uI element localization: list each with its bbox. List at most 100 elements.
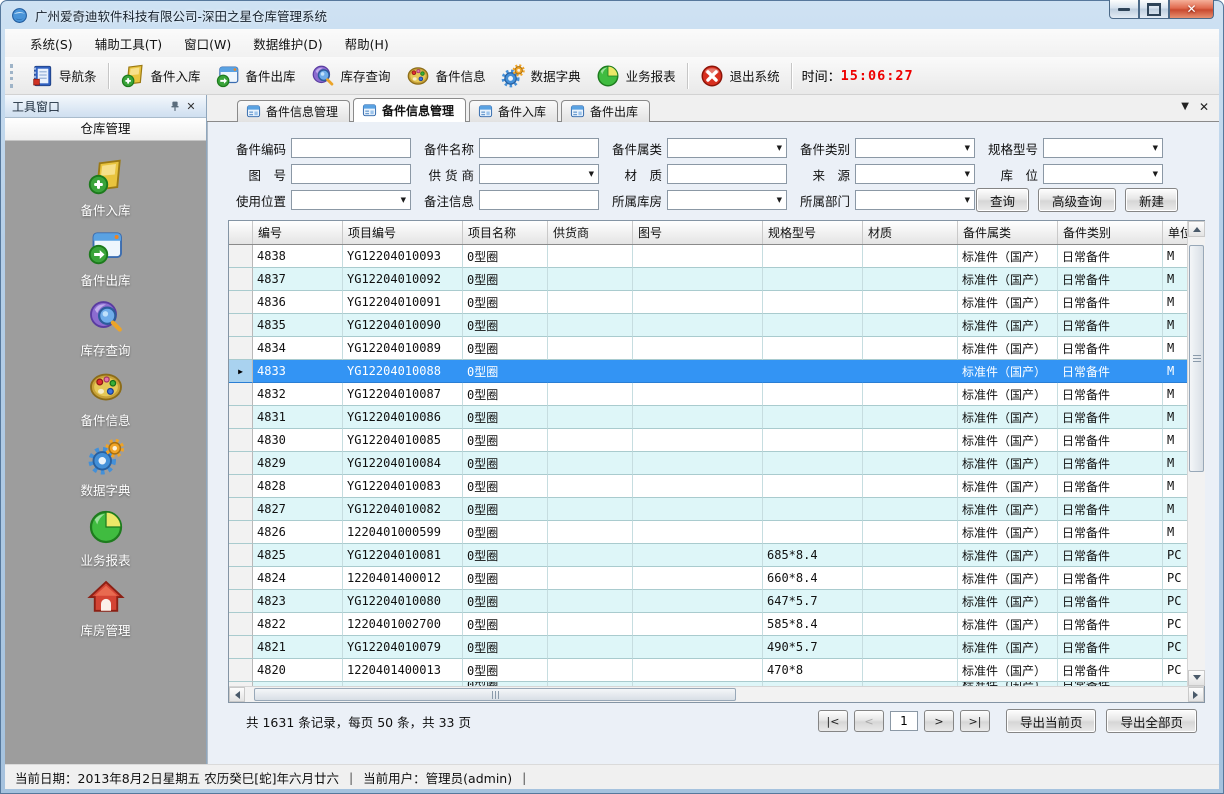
table-row[interactable]: 4836 YG12204010091 0型圈 标准件（国产） 日常备件 — [229, 291, 1187, 314]
toolbar-inventory-query-button[interactable]: 库存查询 — [303, 60, 398, 92]
menu-item[interactable]: 窗口(W) — [173, 29, 242, 58]
toolbar-spare-out-button[interactable]: 备件出库 — [208, 60, 303, 92]
spec-model-select[interactable]: ▼ — [1043, 138, 1163, 158]
document-tab[interactable]: 备件出库 — [561, 100, 650, 122]
dropdown-arrow-icon: ▼ — [965, 196, 970, 204]
menu-item[interactable]: 辅助工具(T) — [84, 29, 173, 58]
maximize-button[interactable] — [1139, 0, 1169, 19]
scroll-left-button[interactable] — [229, 687, 245, 702]
grid-header-cell[interactable]: 备件属类 — [958, 221, 1058, 244]
next-page-button[interactable]: > — [924, 710, 954, 732]
warehouse-select[interactable]: ▼ — [667, 190, 787, 210]
last-page-button[interactable]: >| — [960, 710, 990, 732]
department-select[interactable]: ▼ — [855, 190, 975, 210]
toolbar-spare-info-button[interactable]: 备件信息 — [398, 60, 493, 92]
tab-close-icon[interactable]: ✕ — [1199, 100, 1209, 114]
spare-type-select[interactable]: ▼ — [855, 138, 975, 158]
table-row[interactable]: 4829 YG12204010084 0型圈 标准件（国产） 日常备件 — [229, 452, 1187, 475]
table-row[interactable]: 4824 1220401400012 0型圈 660*8.4 标准件（国产） — [229, 567, 1187, 590]
scroll-up-button[interactable] — [1188, 221, 1205, 237]
table-row[interactable]: 4821 YG12204010079 0型圈 490*5.7 标准件（国产） — [229, 636, 1187, 659]
vertical-scrollbar[interactable] — [1187, 221, 1205, 686]
advanced-query-button[interactable]: 高级查询 — [1038, 188, 1116, 212]
table-row[interactable]: 4831 YG12204010086 0型圈 标准件（国产） 日常备件 — [229, 406, 1187, 429]
table-row[interactable]: 4822 1220401002700 0型圈 585*8.4 标准件（国产） — [229, 613, 1187, 636]
material-input[interactable] — [667, 164, 787, 184]
document-tab[interactable]: 备件入库 — [469, 100, 558, 122]
sidebar-item-spare-in[interactable]: 备件入库 — [5, 153, 206, 223]
new-button[interactable]: 新建 — [1125, 188, 1178, 212]
grid-header-cell[interactable]: 项目编号 — [343, 221, 463, 244]
toolbar-nav-button[interactable]: 导航条 — [21, 60, 104, 92]
vertical-scroll-thumb[interactable] — [1189, 245, 1204, 472]
navigator-icon — [28, 63, 54, 89]
vertical-scroll-track[interactable] — [1188, 237, 1205, 670]
query-button[interactable]: 查询 — [976, 188, 1029, 212]
table-row[interactable]: 4835 YG12204010090 0型圈 标准件（国产） 日常备件 — [229, 314, 1187, 337]
page-input[interactable] — [890, 711, 918, 731]
grid-header-cell[interactable]: 项目名称 — [463, 221, 548, 244]
table-row[interactable]: 4825 YG12204010081 0型圈 685*8.4 标准件（国产） — [229, 544, 1187, 567]
document-tab[interactable]: 备件信息管理 — [353, 98, 466, 122]
table-row[interactable]: 4838 YG12204010093 0型圈 标准件（国产） 日常备件 — [229, 245, 1187, 268]
table-row[interactable]: 4837 YG12204010092 0型圈 标准件（国产） 日常备件 — [229, 268, 1187, 291]
source-select[interactable]: ▼ — [855, 164, 975, 184]
spare-info-icon — [86, 367, 126, 407]
toolbar-report-button[interactable]: 业务报表 — [588, 60, 683, 92]
table-row[interactable]: 4832 YG12204010087 0型圈 标准件（国产） 日常备件 — [229, 383, 1187, 406]
toolbar-data-dictionary-button[interactable]: 数据字典 — [493, 60, 588, 92]
spare-name-input[interactable] — [479, 138, 599, 158]
close-button[interactable]: ✕ — [1169, 0, 1214, 19]
scroll-down-button[interactable] — [1188, 670, 1205, 686]
grid-header-cell[interactable]: 图号 — [633, 221, 763, 244]
export-all-pages-button[interactable]: 导出全部页 — [1106, 709, 1197, 733]
table-row[interactable]: 4828 YG12204010083 0型圈 标准件（国产） 日常备件 — [229, 475, 1187, 498]
grid-header-cell[interactable]: 备件类别 — [1058, 221, 1163, 244]
horizontal-scroll-track[interactable] — [245, 687, 1188, 702]
location-select[interactable]: ▼ — [1043, 164, 1163, 184]
export-current-page-button[interactable]: 导出当前页 — [1006, 709, 1097, 733]
prev-page-button[interactable]: < — [854, 710, 884, 732]
table-row[interactable]: 4823 YG12204010080 0型圈 647*5.7 标准件（国产） — [229, 590, 1187, 613]
sidebar-item-data-dictionary[interactable]: 数据字典 — [5, 433, 206, 503]
spare-category-select[interactable]: ▼ — [667, 138, 787, 158]
horizontal-scrollbar[interactable] — [229, 686, 1204, 702]
toolbar-spare-in-button[interactable]: 备件入库 — [113, 60, 208, 92]
horizontal-scroll-thumb[interactable] — [254, 688, 736, 701]
table-row[interactable]: 4820 1220401400013 0型圈 470*8 标准件（国产） — [229, 659, 1187, 682]
pin-button[interactable] — [167, 98, 183, 114]
grid-header-cell[interactable]: 供货商 — [548, 221, 633, 244]
sidebar-item-report[interactable]: 业务报表 — [5, 503, 206, 573]
use-position-select[interactable]: ▼ — [291, 190, 411, 210]
grid-header-cell[interactable]: 单位 — [1163, 221, 1187, 244]
menu-item[interactable]: 帮助(H) — [334, 29, 400, 58]
titlebar[interactable]: 广州爱奇迪软件科技有限公司-深田之星仓库管理系统 ✕ — [1, 1, 1223, 29]
table-row[interactable]: ▶ 4833 YG12204010088 0型圈 标准件（国产） — [229, 360, 1187, 383]
grid-header-cell[interactable] — [229, 221, 253, 244]
table-row[interactable]: 4834 YG12204010089 0型圈 标准件（国产） 日常备件 — [229, 337, 1187, 360]
minimize-button[interactable] — [1109, 0, 1139, 19]
sidebar-item-spare-out[interactable]: 备件出库 — [5, 223, 206, 293]
sidebar-group-warehouse[interactable]: 仓库管理 — [5, 118, 206, 141]
sidebar-item-spare-info[interactable]: 备件信息 — [5, 363, 206, 433]
scroll-right-button[interactable] — [1188, 687, 1204, 702]
grid-header-cell[interactable]: 编号 — [253, 221, 343, 244]
document-tab[interactable]: 备件信息管理 — [237, 100, 350, 122]
grid-header-cell[interactable]: 规格型号 — [763, 221, 863, 244]
table-row[interactable]: 4827 YG12204010082 0型圈 标准件（国产） 日常备件 — [229, 498, 1187, 521]
table-row[interactable]: 4830 YG12204010085 0型圈 标准件（国产） 日常备件 — [229, 429, 1187, 452]
toolbar-exit-button[interactable]: 退出系统 — [692, 60, 787, 92]
supplier-select[interactable]: ▼ — [479, 164, 599, 184]
menu-item[interactable]: 系统(S) — [19, 29, 84, 58]
table-row[interactable]: 4826 1220401000599 0型圈 标准件（国产） 日常备件 — [229, 521, 1187, 544]
spare-code-input[interactable] — [291, 138, 411, 158]
pane-close-button[interactable]: ✕ — [183, 98, 199, 114]
sidebar-item-warehouse-mgmt[interactable]: 库房管理 — [5, 573, 206, 643]
tab-list-caret-icon[interactable]: ▼ — [1181, 100, 1189, 114]
sidebar-item-inventory-query[interactable]: 库存查询 — [5, 293, 206, 363]
remark-input[interactable] — [479, 190, 599, 210]
menu-item[interactable]: 数据维护(D) — [242, 29, 333, 58]
first-page-button[interactable]: |< — [818, 710, 848, 732]
grid-header-cell[interactable]: 材质 — [863, 221, 958, 244]
drawing-no-input[interactable] — [291, 164, 411, 184]
